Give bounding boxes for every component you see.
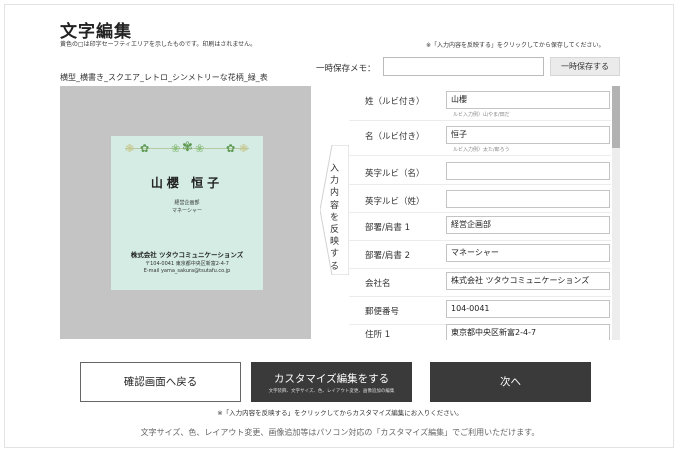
flower-ornament-icon: ❃	[239, 142, 249, 155]
first-name-field[interactable]: 恒子	[446, 126, 610, 144]
memo-label: 一時保存メモ：	[316, 64, 376, 74]
reflect-label-char: 入	[329, 164, 339, 174]
back-to-confirm-button[interactable]: 確認画面へ戻る	[80, 362, 241, 402]
card-job-title: マネーシャー	[172, 208, 202, 214]
design-name: 横型_横書き_スクエア_レトロ_シンメトリーな花柄_緑_表	[60, 73, 268, 82]
field-label: 住所 1	[365, 330, 391, 340]
customize-edit-button[interactable]: カスタマイズ編集をする 文字装飾、文字サイズ、色、レイアウト変更、画像追加の編集	[251, 362, 412, 402]
field-label: 英字ルビ（姓）	[365, 197, 425, 207]
reflect-label-char: を	[329, 212, 339, 223]
flower-ornament-icon: ❀	[171, 142, 181, 155]
field-label: 郵便番号	[365, 307, 400, 317]
text-edit-form: 姓（ルビ付き） 山櫻 ルビ入力例）山やま/田だ 名（ルビ付き） 恒子 ルビ入力例…	[349, 86, 611, 340]
pc-customize-note: 文字サイズ、色、レイアウト変更、画像追加等はパソコン対応の「カスタマイズ編集」で…	[140, 428, 540, 437]
english-ruby-first-field[interactable]	[446, 162, 610, 180]
business-card-preview: ❃ ✿ ❀ ✾ ❀ ✿ ❃ 山櫻 恒子 経営企画部 マネーシャー 株式会社 ツタ…	[111, 136, 263, 290]
reflect-label-char: 容	[329, 200, 339, 211]
ruby-hint: ルビ入力例）山やま/田だ	[453, 112, 510, 118]
card-company: 株式会社 ツタウコミュニケーションズ	[130, 251, 244, 259]
address-1-field[interactable]: 東京都中央区新富2-4-7	[446, 324, 610, 340]
department-1-field[interactable]: 経営企画部	[446, 216, 610, 234]
card-department: 経営企画部	[174, 200, 200, 206]
field-label: 英字ルビ（名）	[365, 169, 425, 179]
row-divider	[349, 296, 611, 297]
customize-instruction-note: ※「入力内容を反映する」をクリックしてからカスタマイズ編集にお入りください。	[217, 409, 463, 417]
card-email: E-mail yama_sakura@tsutafu.co.jp	[143, 268, 231, 274]
flower-ornament-icon: ✿	[140, 142, 150, 155]
reflect-label-char: 内	[329, 188, 339, 199]
field-label: 名（ルビ付き）	[365, 132, 425, 142]
flower-ornament-icon: ✿	[226, 142, 236, 155]
next-button[interactable]: 次へ	[430, 362, 591, 402]
reflect-input-button[interactable]: 入力内容を反映する	[320, 145, 349, 275]
customize-edit-label: カスタマイズ編集をする	[273, 373, 390, 385]
customize-edit-sublabel: 文字装飾、文字サイズ、色、レイアウト変更、画像追加の編集	[268, 389, 395, 394]
field-label: 会社名	[365, 279, 391, 289]
form-scrollbar[interactable]	[612, 86, 620, 340]
row-divider	[349, 155, 611, 156]
flower-ornament-icon: ✾	[182, 140, 193, 155]
reflect-label-char: 映	[329, 237, 339, 248]
reflect-label-char: る	[329, 261, 339, 272]
flower-ornament-icon: ❃	[125, 142, 135, 155]
temp-save-button[interactable]: 一時保存する	[550, 57, 620, 76]
memo-input[interactable]	[383, 57, 544, 76]
flower-ornament-icon: ❀	[195, 142, 205, 155]
ruby-hint: ルビ入力例）太た/郎ろう	[453, 147, 510, 153]
field-label: 部署/肩書 2	[365, 251, 410, 261]
card-preview-area: ❃ ✿ ❀ ✾ ❀ ✿ ❃ 山櫻 恒子 経営企画部 マネーシャー 株式会社 ツタ…	[60, 86, 311, 339]
field-label: 部署/肩書 1	[365, 223, 410, 233]
last-name-field[interactable]: 山櫻	[446, 91, 610, 109]
card-address: 〒104-0041 東京都中央区新富2-4-7	[145, 261, 229, 267]
reflect-input-label: 入力内容を反映する	[320, 163, 349, 273]
row-divider	[349, 268, 611, 269]
safety-area-note: 黄色の□は印字セーフティエリアを示したものです。印刷はされません。	[60, 41, 257, 48]
department-2-field[interactable]: マネーシャー	[446, 244, 610, 262]
company-field[interactable]: 株式会社 ツタウコミュニケーションズ	[446, 272, 610, 290]
reflect-label-char: 力	[329, 176, 339, 187]
save-instruction-note: ※「入力内容を反映する」をクリックしてから保存してください。	[426, 42, 605, 49]
card-name: 山櫻 恒子	[150, 176, 224, 190]
row-divider	[349, 120, 611, 121]
scrollbar-thumb[interactable]	[612, 86, 620, 148]
row-divider	[349, 212, 611, 213]
reflect-label-char: す	[329, 249, 339, 260]
row-divider	[349, 184, 611, 185]
reflect-label-char: 反	[329, 225, 339, 236]
row-divider	[349, 240, 611, 241]
english-ruby-last-field[interactable]	[446, 190, 610, 208]
postal-code-field[interactable]: 104-0041	[446, 300, 610, 318]
field-label: 姓（ルビ付き）	[365, 97, 425, 107]
